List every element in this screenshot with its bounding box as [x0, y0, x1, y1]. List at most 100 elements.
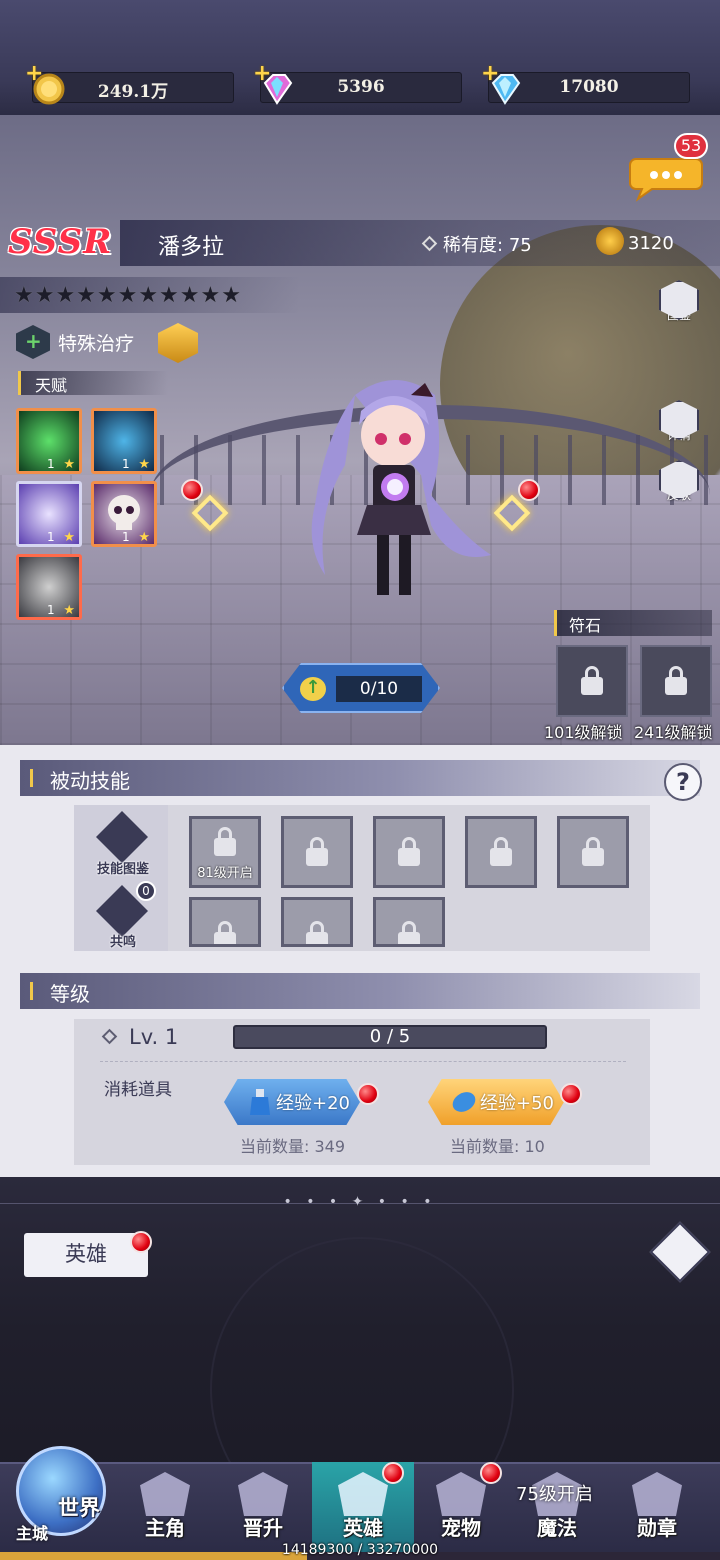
divider: [100, 1061, 626, 1062]
lock-icon: [214, 921, 236, 944]
rune-unlock-label: 101级解锁: [544, 723, 623, 742]
talent-star-icon: ★: [63, 530, 75, 545]
rarity-value: 75: [508, 235, 532, 256]
skin-button[interactable]: 皮肤: [657, 460, 701, 512]
gold-value: 249.1万: [97, 82, 169, 102]
chat-badge: 53: [674, 133, 708, 159]
lock-icon: [398, 837, 420, 866]
hero-helmet-icon: [338, 1472, 388, 1516]
passive-skill-slot[interactable]: [189, 897, 261, 947]
talent-star-icon: ★: [138, 457, 150, 472]
info-panel: 被动技能 ? 技能图鉴 0 共鸣 81级开启 等级 Lv. 1 0 / 5 消耗…: [0, 745, 720, 1177]
passive-skill-slot[interactable]: [281, 816, 353, 888]
codex-button[interactable]: 图鉴: [657, 280, 701, 332]
talent-slot[interactable]: 1 ★: [16, 408, 82, 474]
talent-slot[interactable]: 1 ★: [16, 481, 82, 547]
lock-icon: [581, 666, 603, 695]
player-exp-text: 14189300 / 33270000: [281, 1542, 439, 1558]
lock-icon: [306, 921, 328, 944]
item-quantity: 当前数量: 349: [240, 1137, 346, 1156]
talent-header-label: 天赋: [35, 376, 68, 395]
notification-dot: [357, 1083, 379, 1105]
rune-slot-locked[interactable]: [556, 645, 628, 717]
nav-protagonist[interactable]: 主角: [116, 1462, 214, 1554]
nav-promotion[interactable]: 晋升: [214, 1462, 312, 1554]
exp-item-label: 经验+50: [480, 1093, 554, 1114]
passive-skill-slot[interactable]: [281, 897, 353, 947]
gold-counter[interactable]: + 249.1万: [25, 61, 234, 105]
help-icon[interactable]: ?: [664, 763, 702, 801]
star-rating: ★★★★★★★★★★★: [14, 283, 242, 308]
rank-badge: SSSR: [8, 222, 113, 262]
exp-item-20-button[interactable]: 经验+20: [224, 1079, 360, 1125]
level-title: 等级: [50, 982, 90, 1006]
details-button[interactable]: 详情: [657, 400, 701, 452]
exp-item-50-button[interactable]: 经验+50: [428, 1079, 564, 1125]
power-value: 3120: [628, 233, 674, 254]
talent-star-icon: ★: [63, 603, 75, 618]
blue-gem-counter[interactable]: + 17080: [481, 61, 690, 105]
promotion-icon: [238, 1472, 288, 1516]
lock-icon: [214, 827, 236, 856]
level-value: Lv. 1: [129, 1025, 179, 1049]
rarity-label: 稀有度:: [443, 235, 504, 256]
rune-slot-locked[interactable]: [640, 645, 712, 717]
star-up-button[interactable]: ↑ 0/10: [282, 663, 440, 713]
hero-scene: 53 SSSR 潘多拉 稀有度: 75 3120 ★★★★★★★★★★★ + 特…: [0, 115, 720, 745]
nav-label: 晋升: [243, 1516, 283, 1540]
rarity-diamond-icon: [421, 235, 438, 252]
resonance-count: 0: [136, 881, 156, 901]
notification-dot: [130, 1231, 152, 1253]
world-button[interactable]: 世界 主城: [6, 1436, 116, 1552]
star-progress: 0/10: [336, 676, 422, 702]
nav-medal[interactable]: 勋章: [608, 1462, 706, 1554]
magic-unlock-label: 75级开启: [516, 1484, 593, 1505]
pink-gem-value: 5396: [337, 77, 385, 97]
talent-level: 1: [47, 457, 55, 471]
passive-skill-header: 被动技能: [20, 760, 700, 796]
talent-level: 1: [47, 603, 55, 617]
passive-skill-slot[interactable]: [373, 816, 445, 888]
healer-class-icon: +: [16, 325, 50, 359]
lock-icon: [490, 837, 512, 866]
talent-level: 1: [122, 530, 130, 544]
nav-magic[interactable]: 魔法: [508, 1462, 606, 1554]
notification-dot: [480, 1462, 502, 1484]
pet-icon: [436, 1472, 486, 1516]
talent-star-icon: ★: [138, 530, 150, 545]
passive-skill-slot[interactable]: [373, 897, 445, 947]
notification-dot-right: [518, 479, 540, 501]
passive-skill-slot[interactable]: [557, 816, 629, 888]
nav-label: 勋章: [637, 1516, 677, 1540]
pink-gem-counter[interactable]: + 5396: [253, 61, 462, 105]
talent-level: 1: [47, 530, 55, 544]
talent-slot[interactable]: 1 ★: [91, 481, 157, 547]
level-header: 等级: [20, 973, 700, 1009]
item-quantity: 当前数量: 10: [450, 1137, 545, 1156]
ornament-dots: • • • ✦ • • •: [283, 1194, 437, 1210]
level-diamond-icon: [101, 1028, 118, 1045]
rune-unlock-label: 241级解锁: [634, 723, 713, 742]
top-bar: + 249.1万 + 5396 + 17080: [0, 0, 720, 115]
exp-bar: 0 / 5: [233, 1025, 547, 1049]
consume-label: 消耗道具: [104, 1080, 172, 1100]
lock-icon: [665, 666, 687, 695]
resonance-label: 共鸣: [109, 935, 136, 950]
nav-label: 英雄: [343, 1516, 383, 1540]
talent-slot[interactable]: 1 ★: [91, 408, 157, 474]
hero-character[interactable]: [285, 365, 505, 625]
element-icon[interactable]: [158, 323, 198, 363]
medal-icon: [632, 1472, 682, 1516]
level-indicator: Lv. 1: [101, 1025, 179, 1049]
lock-icon: [582, 837, 604, 866]
talent-level: 1: [122, 457, 130, 471]
potion-icon: [250, 1089, 270, 1115]
power: 3120: [596, 227, 674, 255]
passive-skill-slot[interactable]: 81级开启: [189, 816, 261, 888]
passive-skill-slot[interactable]: [465, 816, 537, 888]
talent-slot[interactable]: 1 ★: [16, 554, 82, 620]
protagonist-icon: [140, 1472, 190, 1516]
notification-dot: [560, 1083, 582, 1105]
skill-codex-label: 技能图鉴: [96, 862, 149, 877]
lock-icon: [306, 837, 328, 866]
